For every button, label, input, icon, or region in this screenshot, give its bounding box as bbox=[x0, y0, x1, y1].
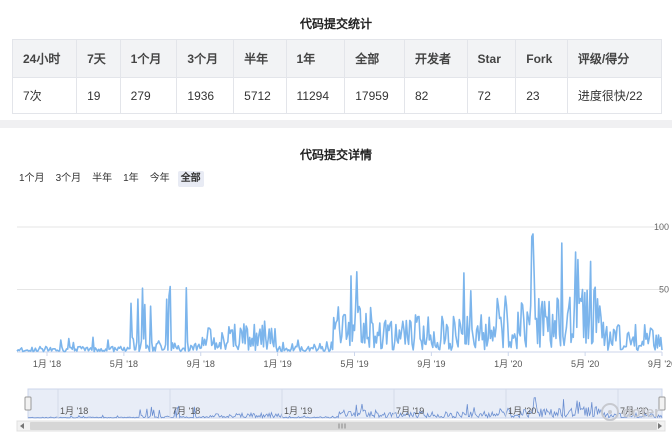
scrollbar-thumb[interactable] bbox=[30, 422, 657, 430]
x-tick-label: 1月 '20 bbox=[494, 359, 522, 369]
y-tick-label: 50 bbox=[659, 285, 669, 295]
navigator-tick-label: 1月 '18 bbox=[60, 406, 88, 416]
stats-panel: 代码提交统计 24小时 7天 1个月 3个月 半年 1年 全部 开发者 Star… bbox=[0, 0, 672, 120]
stats-header-cell: 1个月 bbox=[119, 39, 178, 78]
navigator-tick-label: 1月 '19 bbox=[284, 406, 312, 416]
stats-value-cell: 7次 bbox=[11, 77, 78, 114]
watermark-text: doter bbox=[622, 403, 661, 421]
stats-header-cell: Star bbox=[466, 39, 517, 78]
x-tick-label: 5月 '19 bbox=[340, 359, 368, 369]
detail-panel: 代码提交详情 1个月 3个月 半年 1年 今年 全部 1月 '18 5月 '18 9… bbox=[0, 128, 672, 435]
stats-value-cell: 279 bbox=[119, 77, 178, 114]
stats-header-cell: 3个月 bbox=[176, 39, 235, 78]
stats-value-row: 7次 19 279 1936 5712 11294 17959 82 72 23… bbox=[11, 77, 663, 114]
stats-value-cell: 23 bbox=[515, 77, 568, 114]
stats-header-cell: 评级/得分 bbox=[566, 39, 663, 78]
x-tick-label: 1月 '19 bbox=[264, 359, 292, 369]
stats-header-cell: Fork bbox=[515, 39, 568, 78]
watermark: doter bbox=[600, 403, 661, 421]
wechat-logo-icon bbox=[600, 403, 619, 421]
stats-value-cell: 72 bbox=[466, 77, 517, 114]
stats-value-cell: 5712 bbox=[233, 77, 287, 114]
y-tick-label: 100 bbox=[654, 222, 669, 232]
navigator-tick-label: 7月 '19 bbox=[396, 406, 424, 416]
stats-header-cell: 7天 bbox=[76, 39, 121, 78]
stats-header-cell: 24小时 bbox=[11, 39, 78, 78]
navigator-tick-label: 1月 '20 bbox=[508, 406, 536, 416]
stats-value-cell: 11294 bbox=[285, 77, 346, 114]
x-tick-label: 9月 '18 bbox=[187, 359, 215, 369]
stats-value-cell: 82 bbox=[403, 77, 468, 114]
stats-header-cell: 1年 bbox=[285, 39, 346, 78]
stats-value-cell: 19 bbox=[76, 77, 121, 114]
stats-header-cell: 开发者 bbox=[403, 39, 468, 78]
stats-title: 代码提交统计 bbox=[299, 17, 372, 31]
stats-value-cell: 1936 bbox=[176, 77, 235, 114]
x-tick-label: 9月 '19 bbox=[417, 359, 445, 369]
stats-header-cell: 半年 bbox=[233, 39, 287, 78]
commit-chart: 1月 '18 5月 '18 9月 '18 1月 '19 5月 '19 9月 '19 1月 '… bbox=[16, 222, 672, 432]
stats-value-cell: 17959 bbox=[344, 77, 405, 114]
x-tick-label: 5月 '20 bbox=[571, 359, 599, 369]
stats-value-cell: 进度很快/22 bbox=[566, 77, 663, 114]
x-tick-label: 1月 '18 bbox=[33, 359, 61, 369]
stats-table: 24小时 7天 1个月 3个月 半年 1年 全部 开发者 Star Fork 评… bbox=[11, 39, 663, 114]
x-tick-label: 9月 '20 bbox=[648, 359, 672, 369]
navigator-tick-label: 7月 '18 bbox=[172, 406, 200, 416]
commit-series-line bbox=[16, 233, 663, 353]
x-tick-label: 5月 '18 bbox=[110, 359, 138, 369]
navigator-left-handle[interactable] bbox=[24, 396, 32, 411]
stats-header-row: 24小时 7天 1个月 3个月 半年 1年 全部 开发者 Star Fork 评… bbox=[11, 39, 663, 78]
stats-header-cell: 全部 bbox=[344, 39, 405, 78]
